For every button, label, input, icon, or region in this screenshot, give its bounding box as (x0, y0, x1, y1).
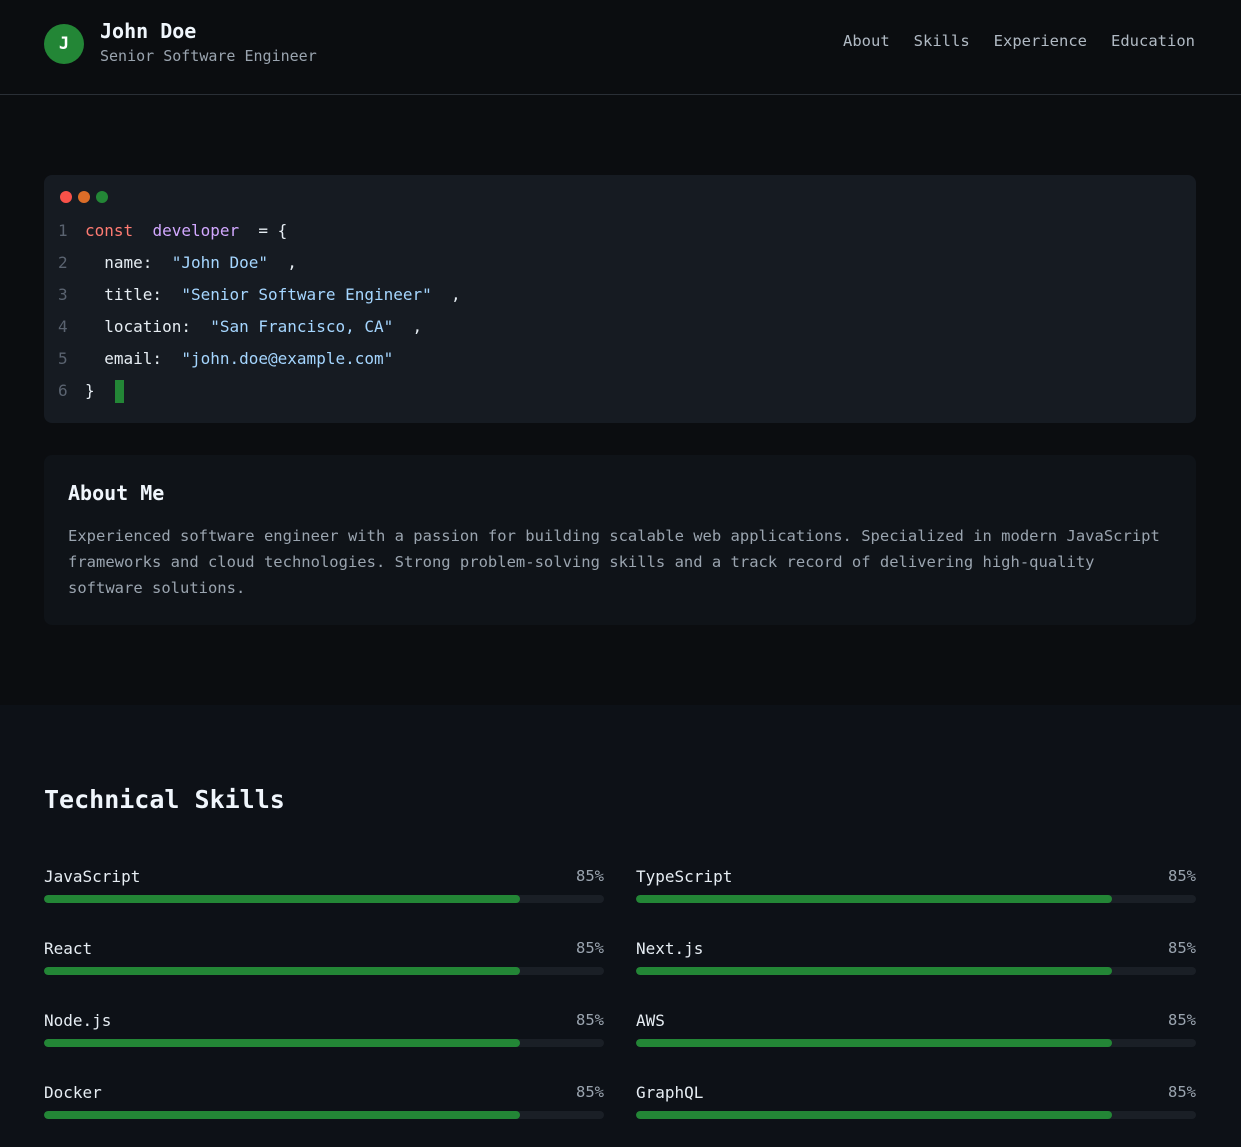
skill-name: React (44, 939, 93, 958)
skill-item: TypeScript 85% (636, 867, 1196, 913)
text-cursor (114, 380, 124, 403)
skill-progress-bar (636, 1039, 1196, 1047)
skill-item: Next.js 85% (636, 939, 1196, 985)
main-nav: About Skills Experience Education (843, 32, 1195, 50)
code-comma: , (451, 285, 461, 304)
skill-progress-fill (636, 1111, 1112, 1119)
code-close-brace: } (85, 381, 95, 400)
skill-progress-bar (44, 967, 604, 975)
skill-progress-fill (636, 967, 1112, 975)
code-line: 6 } (58, 377, 461, 409)
close-dot-icon (60, 191, 72, 203)
skill-progress-bar (636, 967, 1196, 975)
code-comma: , (412, 317, 423, 336)
skill-percent: 85% (1168, 1083, 1196, 1101)
code-string: "San Francisco, CA" (210, 317, 394, 336)
code-string: "john.doe@example.com" (181, 349, 394, 368)
skill-name: Next.js (636, 939, 704, 958)
profile-name: John Doe (100, 19, 197, 43)
skill-item: React 85% (44, 939, 604, 985)
code-window: 1 const developer = { 2 name: "John Doe"… (44, 175, 1196, 423)
skill-progress-bar (44, 1039, 604, 1047)
profile-title: Senior Software Engineer (100, 47, 317, 65)
code-string: "John Doe" (171, 253, 269, 272)
minimize-dot-icon (78, 191, 90, 203)
code-line: 1 const developer = { (58, 217, 461, 249)
skill-percent: 85% (576, 1011, 604, 1029)
code-block: 1 const developer = { 2 name: "John Doe"… (58, 217, 461, 409)
line-number: 5 (58, 349, 68, 368)
nav-link-education[interactable]: Education (1111, 32, 1195, 50)
skills-section: Technical Skills JavaScript 85% TypeScri… (0, 705, 1241, 1147)
code-string: "Senior Software Engineer" (181, 285, 432, 304)
skill-name: GraphQL (636, 1083, 704, 1102)
nav-link-about[interactable]: About (843, 32, 890, 50)
skill-percent: 85% (576, 1083, 604, 1101)
code-key: name: (104, 253, 153, 272)
window-controls (60, 191, 108, 203)
code-line: 2 name: "John Doe" , (58, 249, 461, 281)
line-number: 4 (58, 317, 68, 336)
line-number: 2 (58, 253, 68, 272)
about-heading: About Me (68, 481, 165, 505)
line-number: 1 (58, 221, 68, 240)
skill-name: Docker (44, 1083, 102, 1102)
skill-name: JavaScript (44, 867, 141, 886)
code-key: email: (104, 349, 163, 368)
skill-progress-fill (44, 967, 520, 975)
skill-item: Node.js 85% (44, 1011, 604, 1057)
skill-percent: 85% (576, 939, 604, 957)
about-section: About Me Experienced software engineer w… (44, 455, 1196, 625)
maximize-dot-icon (96, 191, 108, 203)
skill-percent: 85% (1168, 867, 1196, 885)
code-key: title: (104, 285, 163, 304)
skill-progress-fill (44, 1039, 520, 1047)
skill-item: JavaScript 85% (44, 867, 604, 913)
skill-progress-fill (636, 1039, 1112, 1047)
avatar: J (44, 24, 84, 64)
skills-heading: Technical Skills (44, 785, 285, 814)
code-variable: developer (152, 221, 240, 240)
code-line: 4 location: "San Francisco, CA" , (58, 313, 461, 345)
code-comma: , (287, 253, 297, 272)
skill-percent: 85% (1168, 939, 1196, 957)
skill-progress-bar (44, 1111, 604, 1119)
skill-progress-bar (44, 895, 604, 903)
code-line: 3 title: "Senior Software Engineer" , (58, 281, 461, 313)
line-number: 3 (58, 285, 68, 304)
skill-progress-bar (636, 895, 1196, 903)
code-open-brace: = { (248, 221, 288, 240)
skill-percent: 85% (1168, 1011, 1196, 1029)
site-header: J John Doe Senior Software Engineer Abou… (0, 0, 1241, 95)
skill-progress-fill (636, 895, 1112, 903)
line-number: 6 (58, 381, 68, 400)
skill-progress-bar (636, 1111, 1196, 1119)
skill-name: Node.js (44, 1011, 112, 1030)
about-text: Experienced software engineer with a pas… (68, 527, 1160, 597)
skill-name: AWS (636, 1011, 665, 1030)
code-key: location: (104, 317, 191, 336)
skill-percent: 85% (576, 867, 604, 885)
skill-item: GraphQL 85% (636, 1083, 1196, 1129)
skill-progress-fill (44, 1111, 520, 1119)
skill-name: TypeScript (636, 867, 733, 886)
nav-link-experience[interactable]: Experience (994, 32, 1087, 50)
code-keyword: const (85, 221, 134, 240)
skill-item: Docker 85% (44, 1083, 604, 1129)
skill-progress-fill (44, 895, 520, 903)
code-line: 5 email: "john.doe@example.com" (58, 345, 461, 377)
skill-item: AWS 85% (636, 1011, 1196, 1057)
nav-link-skills[interactable]: Skills (914, 32, 970, 50)
